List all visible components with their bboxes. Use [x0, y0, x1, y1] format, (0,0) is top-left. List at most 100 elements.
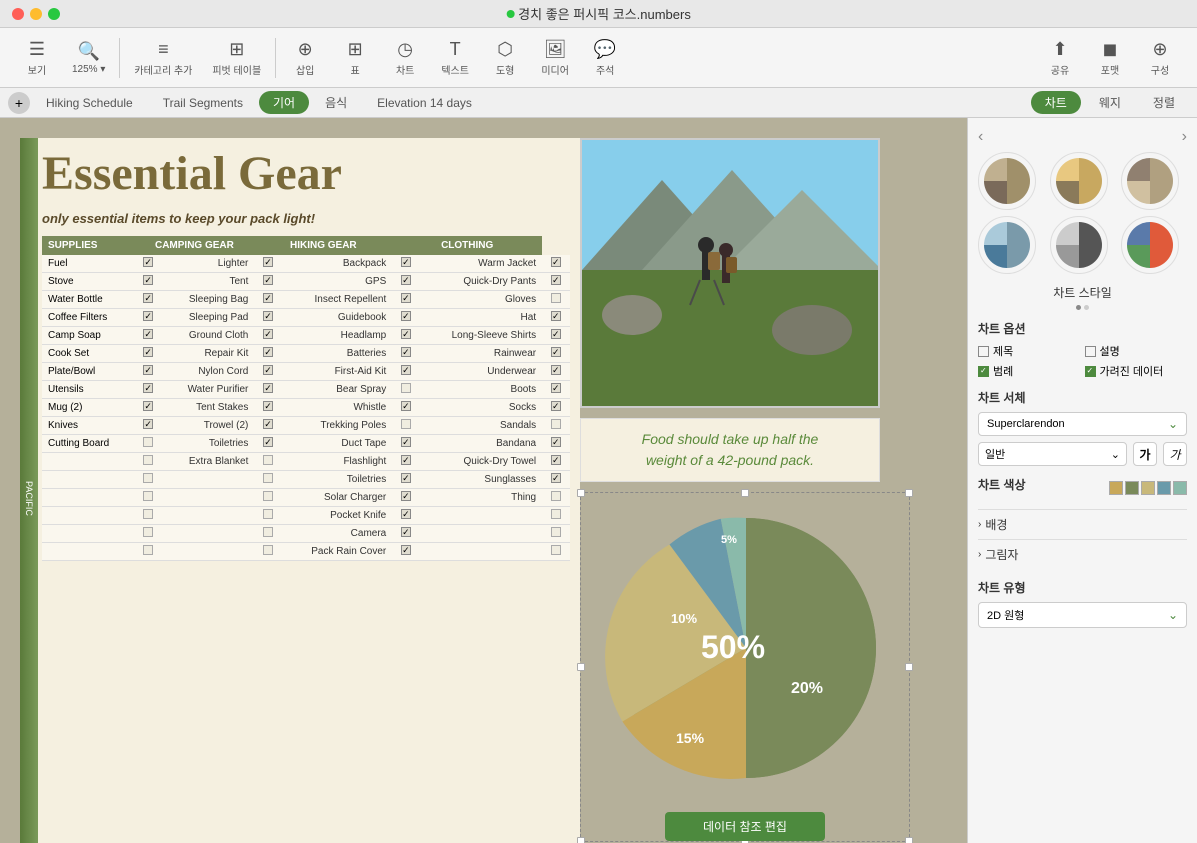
- pivot-table-button[interactable]: ⊞ 피벗 테이블: [202, 35, 271, 81]
- resize-handle-br[interactable]: [905, 837, 913, 843]
- page-subtitle: only essential items to keep your pack l…: [42, 211, 570, 226]
- chart-style-4[interactable]: [978, 216, 1036, 274]
- table-row: Pack Rain Cover: [42, 542, 570, 560]
- chart-style-next[interactable]: ›: [1182, 128, 1187, 146]
- resize-handle-t[interactable]: [741, 489, 749, 497]
- tab-food[interactable]: 음식: [311, 91, 361, 114]
- tab-hiking-schedule[interactable]: Hiking Schedule: [32, 93, 147, 113]
- category-icon: ≡: [158, 39, 169, 60]
- chart-type-title: 차트 유형: [978, 579, 1187, 596]
- resize-handle-l[interactable]: [577, 663, 585, 671]
- color-swatch-5[interactable]: [1173, 481, 1187, 495]
- caption-text: Food should take up half theweight of a …: [601, 429, 859, 471]
- dot-1[interactable]: [1076, 305, 1081, 310]
- chart-style-dots: [978, 305, 1187, 310]
- tab-trail-segments[interactable]: Trail Segments: [149, 93, 257, 113]
- pivot-icon: ⊞: [229, 39, 244, 60]
- col-supplies: SUPPLIES: [42, 236, 135, 255]
- tab-gear[interactable]: 기어: [259, 91, 309, 114]
- hidden-checkbox[interactable]: [1085, 366, 1096, 377]
- minimize-button[interactable]: [30, 8, 42, 20]
- resize-handle-tl[interactable]: [577, 489, 585, 497]
- chart-style-prev[interactable]: ‹: [978, 128, 983, 146]
- title-bar: 경치 좋은 퍼시픽 코스.numbers: [0, 0, 1197, 28]
- chart-style-nav: ‹ ›: [978, 128, 1187, 146]
- category-checkbox[interactable]: [978, 366, 989, 377]
- shadow-accordion[interactable]: › 그림자: [978, 539, 1187, 569]
- maximize-button[interactable]: [48, 8, 60, 20]
- shape-button[interactable]: ⬡ 도형: [480, 35, 530, 81]
- chart-edit-button[interactable]: 데이터 참조 편집: [665, 812, 825, 841]
- font-italic-button[interactable]: 가: [1163, 442, 1187, 466]
- chart-styles-grid: [978, 152, 1187, 274]
- chart-style-1[interactable]: [978, 152, 1036, 210]
- chart-style-label: 차트 스타일: [978, 284, 1187, 301]
- resize-handle-tr[interactable]: [905, 489, 913, 497]
- resize-handle-r[interactable]: [905, 663, 913, 671]
- add-sheet-button[interactable]: +: [8, 92, 30, 114]
- zoom-control[interactable]: 🔍 125% ▾: [62, 37, 115, 79]
- panel-tab-chart[interactable]: 차트: [1031, 91, 1081, 114]
- traffic-lights[interactable]: [12, 8, 60, 20]
- format-icon: ◼: [1103, 39, 1118, 60]
- window-title: 경치 좋은 퍼시픽 코스.numbers: [506, 4, 691, 23]
- chart-style-5[interactable]: [1050, 216, 1108, 274]
- format-button[interactable]: ◼ 포맷: [1085, 35, 1135, 81]
- table-row: Extra Blanket Flashlight Quick-Dry Towel: [42, 452, 570, 470]
- chart-options-title: 차트 옵션: [978, 320, 1187, 337]
- color-swatch-4[interactable]: [1157, 481, 1171, 495]
- tab-elevation[interactable]: Elevation 14 days: [363, 93, 486, 113]
- toolbar-divider-1: [119, 38, 120, 78]
- option-category: 범례: [978, 363, 1081, 379]
- chart-type-dropdown[interactable]: 2D 원형 ⌄: [978, 602, 1187, 628]
- table-row: Solar Charger Thing: [42, 488, 570, 506]
- media-icon: 🖼: [544, 39, 567, 60]
- share-button[interactable]: ⬆ 공유: [1035, 35, 1085, 81]
- color-swatch-3[interactable]: [1141, 481, 1155, 495]
- chart-button[interactable]: ◷ 차트: [380, 35, 430, 81]
- table-row: Plate/Bowl Nylon Cord First-Aid Kit Unde…: [42, 362, 570, 380]
- chart-options-section: 차트 옵션 제목 설명 범례 가려진 데이터: [978, 320, 1187, 379]
- insert-button[interactable]: ⊕ 삽입: [280, 35, 330, 81]
- chart-style-6[interactable]: [1121, 216, 1179, 274]
- chart-style-2[interactable]: [1050, 152, 1108, 210]
- shape-icon: ⬡: [497, 39, 513, 60]
- right-panel-tabs: 차트 웨지 정렬: [1031, 91, 1189, 114]
- chart-type-arrow: ⌄: [1168, 608, 1178, 622]
- chart-color-title: 차트 색상: [978, 476, 1026, 493]
- resize-handle-bl[interactable]: [577, 837, 585, 843]
- comment-button[interactable]: 💬 주석: [580, 35, 630, 81]
- text-icon: T: [450, 39, 461, 60]
- font-style-dropdown[interactable]: 일반 ⌄: [978, 442, 1127, 466]
- font-bold-button[interactable]: 가: [1133, 442, 1157, 466]
- title-checkbox[interactable]: [978, 346, 989, 357]
- chart-font-title: 차트 서체: [978, 389, 1187, 406]
- media-button[interactable]: 🖼 미디어: [530, 35, 580, 81]
- chart-type-section: 차트 유형 2D 원형 ⌄: [978, 579, 1187, 628]
- main-content: PACIFIC Essential Gear only essential it…: [0, 118, 1197, 843]
- option-hidden: 가려진 데이터: [1085, 363, 1188, 379]
- font-family-dropdown[interactable]: Superclarendon ⌄: [978, 412, 1187, 436]
- text-button[interactable]: T 텍스트: [430, 35, 480, 81]
- font-style-arrow: ⌄: [1111, 448, 1120, 461]
- close-button[interactable]: [12, 8, 24, 20]
- panel-tab-wedge[interactable]: 웨지: [1085, 91, 1135, 114]
- compose-icon: ⊕: [1152, 39, 1167, 60]
- panel-tab-sort[interactable]: 정렬: [1139, 91, 1189, 114]
- category-add-button[interactable]: ≡ 카테고리 추가: [124, 35, 202, 81]
- font-controls: 일반 ⌄ 가 가: [978, 442, 1187, 466]
- table-button[interactable]: ⊞ 표: [330, 35, 380, 81]
- chart-style-3[interactable]: [1121, 152, 1179, 210]
- pie-chart-container[interactable]: 50% 20% 15% 10% 5% 데이터 참조 편집: [580, 492, 910, 842]
- view-button[interactable]: ☰ 보기: [12, 35, 62, 81]
- color-swatch-2[interactable]: [1125, 481, 1139, 495]
- table-icon: ⊞: [348, 39, 363, 60]
- color-swatch-1[interactable]: [1109, 481, 1123, 495]
- legend-label-checkbox[interactable]: [1085, 346, 1096, 357]
- background-accordion[interactable]: › 배경: [978, 509, 1187, 539]
- table-row: Mug (2) Tent Stakes Whistle Socks: [42, 398, 570, 416]
- insert-icon: ⊕: [298, 39, 313, 60]
- dot-2[interactable]: [1084, 305, 1089, 310]
- compose-button[interactable]: ⊕ 구성: [1135, 35, 1185, 81]
- table-row: Cook Set Repair Kit Batteries Rainwear: [42, 344, 570, 362]
